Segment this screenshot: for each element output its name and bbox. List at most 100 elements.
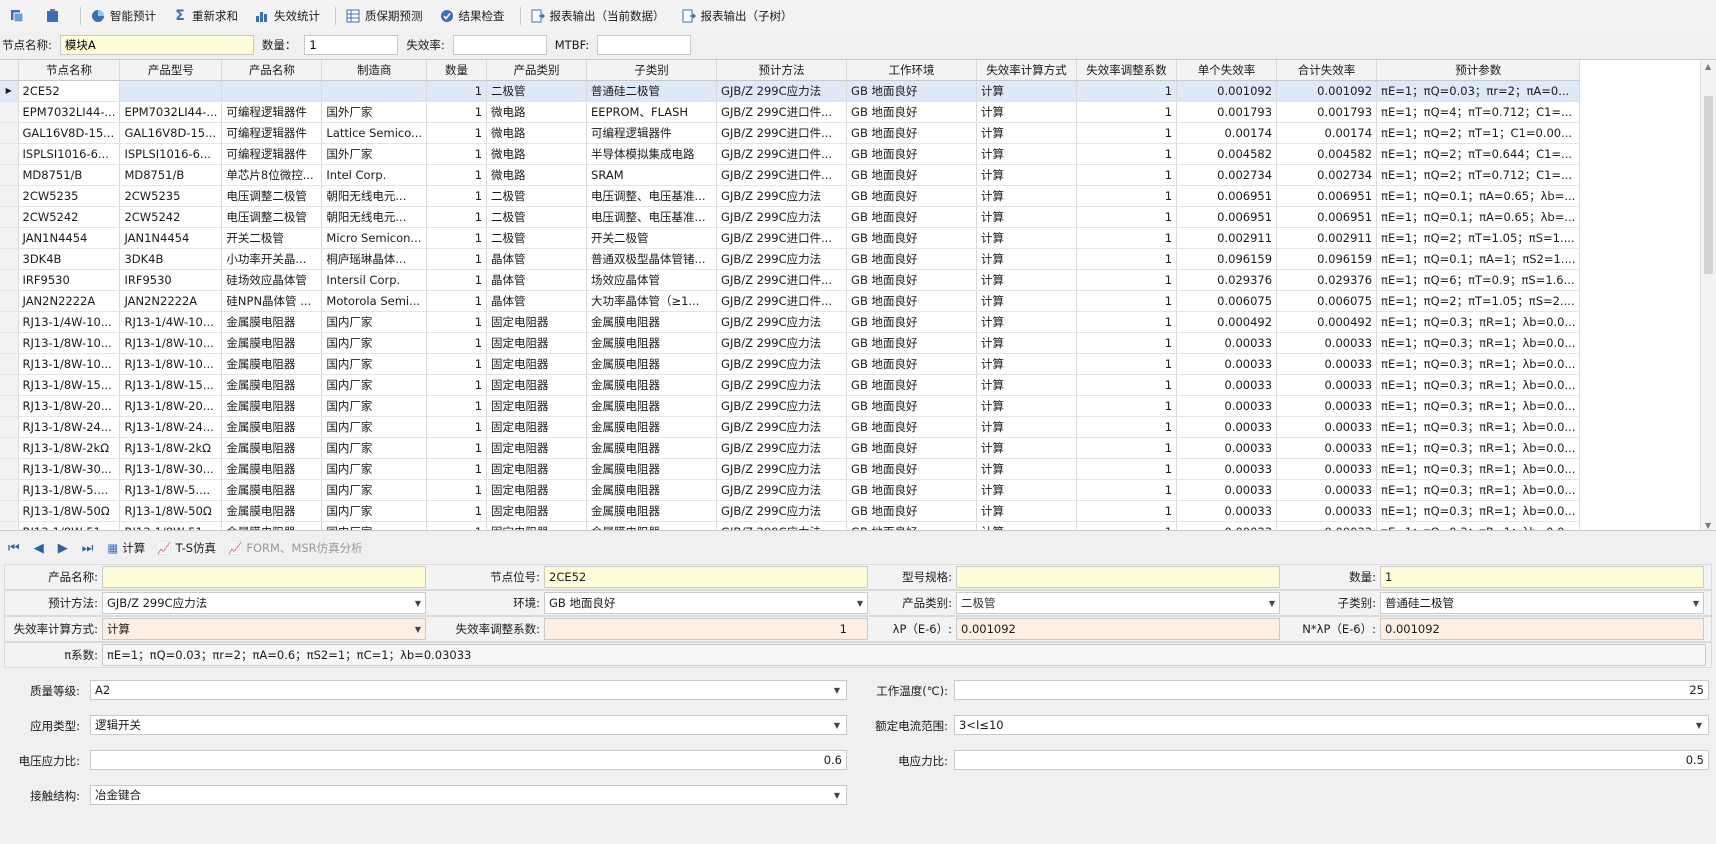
table-cell[interactable]: GJB/Z 299C进口件...	[716, 290, 848, 312]
table-cell[interactable]: 1	[1076, 185, 1178, 207]
table-cell[interactable]: πE=1；πQ=0.3；πR=1；λb=0.0...	[1376, 416, 1581, 438]
table-cell[interactable]: RJ13-1/8W-2kΩ	[18, 437, 121, 459]
table-row[interactable]: IRF9530 IRF9530 硅场效应晶体管 Intersil Corp. 1 晶体管场…	[0, 269, 1581, 291]
table-cell[interactable]: 计算	[976, 458, 1078, 480]
table-cell[interactable]: 1	[426, 395, 488, 417]
table-cell[interactable]: 1	[1076, 416, 1178, 438]
table-cell[interactable]: 硅场效应晶体管	[221, 269, 323, 291]
table-cell[interactable]: 1	[426, 206, 488, 228]
table-cell[interactable]: Lattice Semico...	[321, 122, 428, 144]
table-cell[interactable]: 0.002734	[1176, 164, 1278, 186]
table-cell[interactable]: RJ13-1/8W-10...	[18, 353, 121, 375]
table-row[interactable]: JAN1N4454 JAN1N4454 开关二极管 Micro Semicon... 1…	[0, 227, 1581, 249]
table-cell[interactable]: MD8751/B	[18, 164, 121, 186]
table-cell[interactable]: 开关二极管	[221, 227, 323, 249]
table-cell[interactable]: 1	[426, 248, 488, 270]
pi-coeff-input[interactable]: πE=1；πQ=0.03；πr=2；πA=0.6；πS2=1；πC=1；λb=0…	[102, 644, 1706, 666]
table-cell[interactable]: 金属膜电阻器	[221, 479, 323, 501]
table-cell[interactable]: 1	[426, 458, 488, 480]
warranty-predict-button[interactable]: 质保期预测	[340, 4, 428, 28]
row-indicator[interactable]	[0, 206, 19, 228]
table-cell[interactable]: GJB/Z 299C应力法	[716, 332, 848, 354]
table-cell[interactable]: 1	[426, 227, 488, 249]
table-cell[interactable]: GJB/Z 299C应力法	[716, 206, 848, 228]
table-cell[interactable]: 普通双极型晶体管锗...	[586, 248, 718, 270]
table-cell[interactable]: 计算	[976, 311, 1078, 333]
table-cell[interactable]: RJ13-1/8W-10...	[18, 332, 121, 354]
table-row[interactable]: RJ13-1/8W-30... RJ13-1/8W-30... 金属膜电阻器 国内厂家…	[0, 458, 1581, 480]
table-cell[interactable]: 1	[1076, 458, 1178, 480]
table-cell[interactable]: RJ13-1/8W-51...	[119, 521, 223, 530]
table-row[interactable]: 3DK4B 3DK4B 小功率开关晶... 桐庐瑶琳晶体... 1 晶体管 普通双极型晶体管…	[0, 248, 1581, 270]
calc-button[interactable]: ▦ 计算	[107, 540, 145, 556]
table-cell[interactable]: 0.00033	[1176, 458, 1278, 480]
table-row[interactable]: RJ13-1/8W-51...RJ13-1/8W-51...金属膜电阻器国内厂家…	[0, 521, 1581, 530]
table-row[interactable]: EPM7032LI44-... EPM7032LI44-... 可编程逻辑器件 国外厂…	[0, 101, 1581, 123]
scrollbar-thumb[interactable]	[1704, 96, 1713, 274]
table-cell[interactable]: 0.004582	[1176, 143, 1278, 165]
table-cell[interactable]: 3DK4B	[119, 248, 223, 270]
voltage-ratio-input[interactable]: 0.6	[90, 750, 847, 770]
table-cell[interactable]: 1	[426, 101, 488, 123]
table-cell[interactable]: 1	[1076, 479, 1178, 501]
table-cell[interactable]: GJB/Z 299C应力法	[716, 521, 848, 530]
table-cell[interactable]: 0.001092	[1176, 80, 1278, 102]
table-cell[interactable]: 1	[426, 416, 488, 438]
table-cell[interactable]: 0.006075	[1176, 290, 1278, 312]
col-header[interactable]: 单个失效率	[1176, 60, 1278, 81]
table-cell[interactable]: 1	[1076, 374, 1178, 396]
table-cell[interactable]: 1	[426, 479, 488, 501]
table-cell[interactable]: 国内厂家	[321, 332, 428, 354]
table-cell[interactable]: 0.00033	[1276, 458, 1378, 480]
row-indicator[interactable]	[0, 416, 19, 438]
table-cell[interactable]: 计算	[976, 521, 1078, 530]
table-cell[interactable]: GJB/Z 299C应力法	[716, 185, 848, 207]
table-cell[interactable]: RJ13-1/8W-24...	[119, 416, 223, 438]
row-indicator[interactable]	[0, 395, 19, 417]
table-cell[interactable]: 1	[426, 500, 488, 522]
table-cell[interactable]: GB 地面良好	[846, 458, 978, 480]
table-cell[interactable]: 2CE52	[18, 80, 121, 102]
resum-button[interactable]: Σ 重新求和	[167, 4, 243, 28]
table-cell[interactable]: 电压调整、电压基准...	[586, 185, 718, 207]
table-cell[interactable]: GJB/Z 299C进口件...	[716, 122, 848, 144]
last-record-icon[interactable]: ⏭	[82, 541, 94, 556]
table-cell[interactable]: 晶体管	[486, 269, 588, 291]
table-cell[interactable]: RJ13-1/8W-30...	[18, 458, 121, 480]
table-cell[interactable]: πE=1；πQ=0.1；πA=1；πS2=1....	[1376, 248, 1581, 270]
table-cell[interactable]: 金属膜电阻器	[221, 500, 323, 522]
col-header[interactable]: 工作环境	[846, 60, 978, 81]
table-cell[interactable]: 0.004582	[1276, 143, 1378, 165]
table-cell[interactable]: RJ13-1/8W-50Ω	[119, 500, 223, 522]
node-position-input[interactable]: 2CE52	[544, 566, 868, 588]
table-cell[interactable]: 晶体管	[486, 290, 588, 312]
table-cell[interactable]: 0.00033	[1176, 332, 1278, 354]
row-indicator[interactable]	[0, 332, 19, 354]
table-cell[interactable]	[221, 80, 323, 102]
table-cell[interactable]: 计算	[976, 206, 1078, 228]
table-cell[interactable]: 0.00033	[1276, 479, 1378, 501]
table-cell[interactable]: GJB/Z 299C应力法	[716, 437, 848, 459]
row-indicator[interactable]	[0, 185, 19, 207]
table-cell[interactable]: SRAM	[586, 164, 718, 186]
table-cell[interactable]: πE=1；πQ=0.3；πR=1；λb=0.0...	[1376, 500, 1581, 522]
table-cell[interactable]: 金属膜电阻器	[586, 437, 718, 459]
table-cell[interactable]: 1	[1076, 122, 1178, 144]
table-cell[interactable]: JAN2N2222A	[18, 290, 121, 312]
table-cell[interactable]: GB 地面良好	[846, 206, 978, 228]
table-cell[interactable]: 1	[426, 269, 488, 291]
col-header[interactable]: 失效率调整系数	[1076, 60, 1178, 81]
table-cell[interactable]: GB 地面良好	[846, 290, 978, 312]
table-cell[interactable]: 固定电阻器	[486, 416, 588, 438]
table-cell[interactable]: 1	[1076, 395, 1178, 417]
table-cell[interactable]: 固定电阻器	[486, 458, 588, 480]
table-cell[interactable]	[321, 80, 428, 102]
table-cell[interactable]: 国内厂家	[321, 311, 428, 333]
table-cell[interactable]: 计算	[976, 80, 1078, 102]
table-cell[interactable]: 计算	[976, 479, 1078, 501]
table-cell[interactable]: 0.00033	[1276, 437, 1378, 459]
row-indicator[interactable]	[0, 374, 19, 396]
table-cell[interactable]: 可编程逻辑器件	[221, 122, 323, 144]
table-cell[interactable]: 3DK4B	[18, 248, 121, 270]
table-cell[interactable]: 金属膜电阻器	[221, 416, 323, 438]
